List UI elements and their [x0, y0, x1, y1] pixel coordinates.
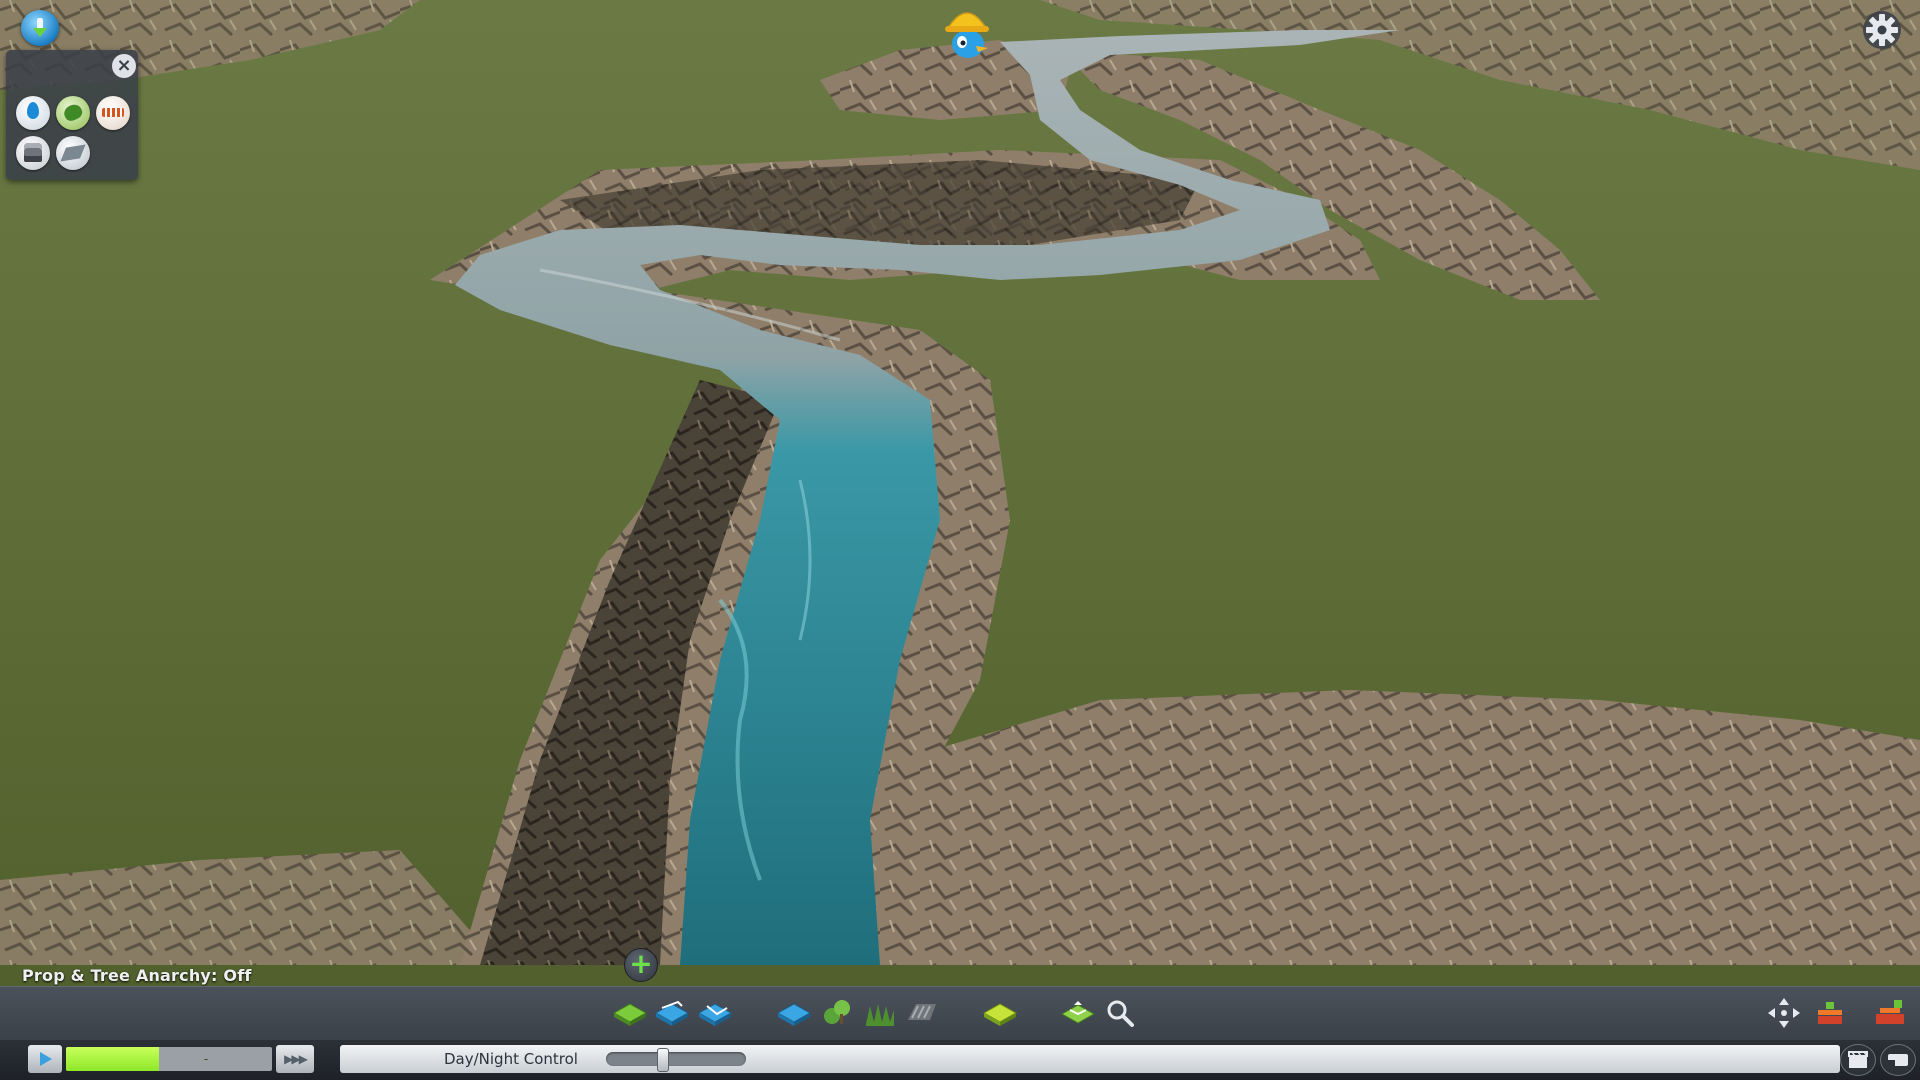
- add-button[interactable]: +: [624, 948, 658, 982]
- surface-icon[interactable]: [56, 136, 90, 170]
- train-icon[interactable]: [16, 136, 50, 170]
- close-icon[interactable]: ×: [112, 54, 136, 78]
- simulation-progress-bar: -: [66, 1047, 272, 1071]
- search-icon[interactable]: [1102, 996, 1138, 1030]
- play-button[interactable]: [28, 1045, 62, 1073]
- info-button[interactable]: [21, 10, 59, 46]
- terrain-shift-icon[interactable]: [612, 996, 648, 1030]
- water-tool-icon[interactable]: [776, 996, 812, 1030]
- progress-fill: [66, 1047, 159, 1071]
- tool-panel: ×: [6, 50, 138, 180]
- daynight-control: Day/Night Control: [340, 1045, 1840, 1073]
- cinematic-camera-icon[interactable]: [1840, 1044, 1876, 1076]
- terrain-slope-icon[interactable]: [697, 996, 733, 1030]
- tree-brush-icon[interactable]: [56, 96, 90, 130]
- rocky-slope-bottom-right: [880, 690, 1920, 965]
- hide-ui-icon[interactable]: [1880, 1044, 1916, 1076]
- water-drop-icon[interactable]: [16, 96, 50, 130]
- gear-icon[interactable]: [1862, 10, 1902, 50]
- terrain-viewport[interactable]: [0, 0, 1920, 1080]
- asset-editor-icon[interactable]: [1872, 996, 1908, 1030]
- main-toolbar: [0, 986, 1920, 1041]
- anarchy-status-text: Prop & Tree Anarchy: Off: [22, 966, 252, 985]
- fence-icon[interactable]: [96, 96, 130, 130]
- chirper-bird-icon[interactable]: [936, 2, 998, 62]
- asset-layers-icon[interactable]: [1812, 996, 1848, 1030]
- map-theme-icon[interactable]: [1060, 996, 1096, 1030]
- surface-paint-icon[interactable]: [982, 996, 1018, 1030]
- daynight-slider-thumb[interactable]: [657, 1048, 670, 1072]
- daynight-slider[interactable]: [606, 1048, 746, 1072]
- speed-button[interactable]: ▶▶▶: [276, 1045, 314, 1073]
- rock-icon[interactable]: [904, 996, 940, 1030]
- bushes-icon[interactable]: [862, 996, 898, 1030]
- progress-label: -: [203, 1052, 209, 1066]
- move-it-icon[interactable]: [1766, 996, 1802, 1030]
- daynight-label: Day/Night Control: [444, 1050, 578, 1068]
- trees-icon[interactable]: [820, 996, 856, 1030]
- terrain-level-icon[interactable]: [654, 996, 690, 1030]
